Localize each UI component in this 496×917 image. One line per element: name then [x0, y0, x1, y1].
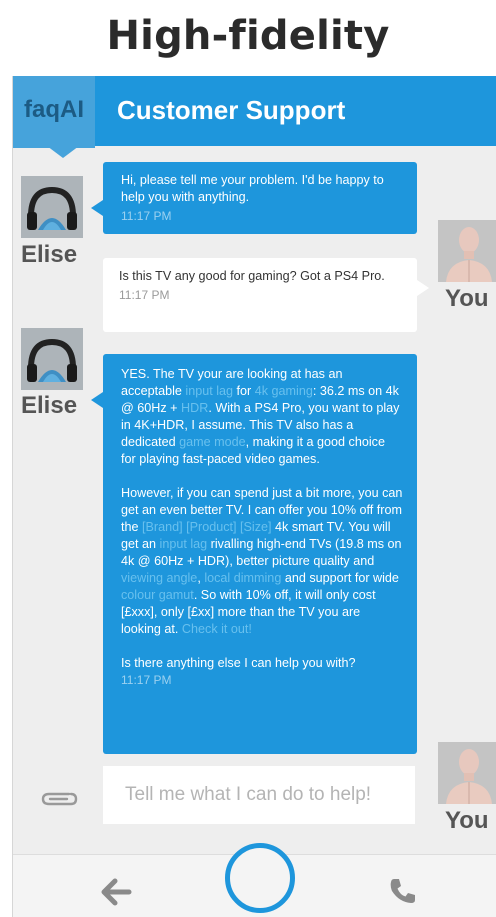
game-mode-link[interactable]: game mode [179, 435, 246, 449]
logo-tail [47, 146, 79, 158]
mannequin-avatar-icon[interactable] [438, 220, 496, 282]
message-paragraph-1: YES. The TV your are looking at has an a… [121, 366, 403, 468]
product-link[interactable]: [Brand] [Product] [Size] [142, 520, 272, 534]
message-text: Is this TV any good for gaming? Got a PS… [119, 269, 385, 283]
app-logo[interactable]: faqAI [13, 76, 95, 158]
message-input[interactable]: Tell me what I can do to help! [103, 766, 415, 824]
app-title: Customer Support [117, 95, 346, 125]
agent-name: Elise [21, 392, 78, 419]
message-timestamp: 11:17 PM [121, 209, 172, 223]
message-timestamp: 11:17 PM [121, 673, 172, 687]
message-text: Hi, please tell me your problem. I'd be … [121, 173, 384, 204]
app-bar: faqAI Customer Support [13, 76, 496, 158]
4k-gaming-link[interactable]: 4k gaming [255, 384, 313, 398]
logo-text: faqAI [24, 96, 84, 123]
message-paragraph-2: However, if you can spend just a bit mor… [121, 485, 403, 638]
agent-message-2: YES. The TV your are looking at has an a… [91, 354, 417, 754]
text-run: and support for wide [281, 571, 399, 585]
text-run: for [233, 384, 255, 398]
hdr-link[interactable]: HDR [181, 401, 208, 415]
headphones-avatar-icon[interactable] [21, 176, 83, 238]
mannequin-avatar-icon[interactable] [438, 742, 496, 804]
user-name: You [445, 285, 489, 312]
input-lag-link[interactable]: input lag [185, 384, 233, 398]
agent-name: Elise [21, 241, 78, 268]
check-it-out-link[interactable]: Check it out! [182, 622, 252, 636]
user-name: You [445, 807, 489, 834]
home-circle-icon[interactable] [225, 843, 295, 913]
bottom-nav [13, 843, 496, 917]
message-paragraph-3: Is there anything else I can help you wi… [121, 656, 356, 670]
phone-icon[interactable] [387, 875, 419, 907]
input-lag-link[interactable]: input lag [160, 537, 208, 551]
headphones-avatar-icon[interactable] [21, 328, 83, 390]
agent-message-1: Hi, please tell me your problem. I'd be … [91, 162, 417, 234]
colour-gamut-link[interactable]: colour gamut [121, 588, 194, 602]
user-message-1: Is this TV any good for gaming? Got a PS… [103, 258, 429, 332]
page-heading: High-fidelity [106, 13, 390, 59]
message-timestamp: 11:17 PM [119, 288, 170, 302]
phone-screen: faqAI Customer Support Elise Hi, please … [12, 76, 496, 917]
viewing-angle-link[interactable]: viewing angle [121, 571, 197, 585]
local-dimming-link[interactable]: local dimming [204, 571, 281, 585]
arrow-left-icon[interactable] [99, 877, 133, 907]
paperclip-icon[interactable] [39, 788, 79, 808]
